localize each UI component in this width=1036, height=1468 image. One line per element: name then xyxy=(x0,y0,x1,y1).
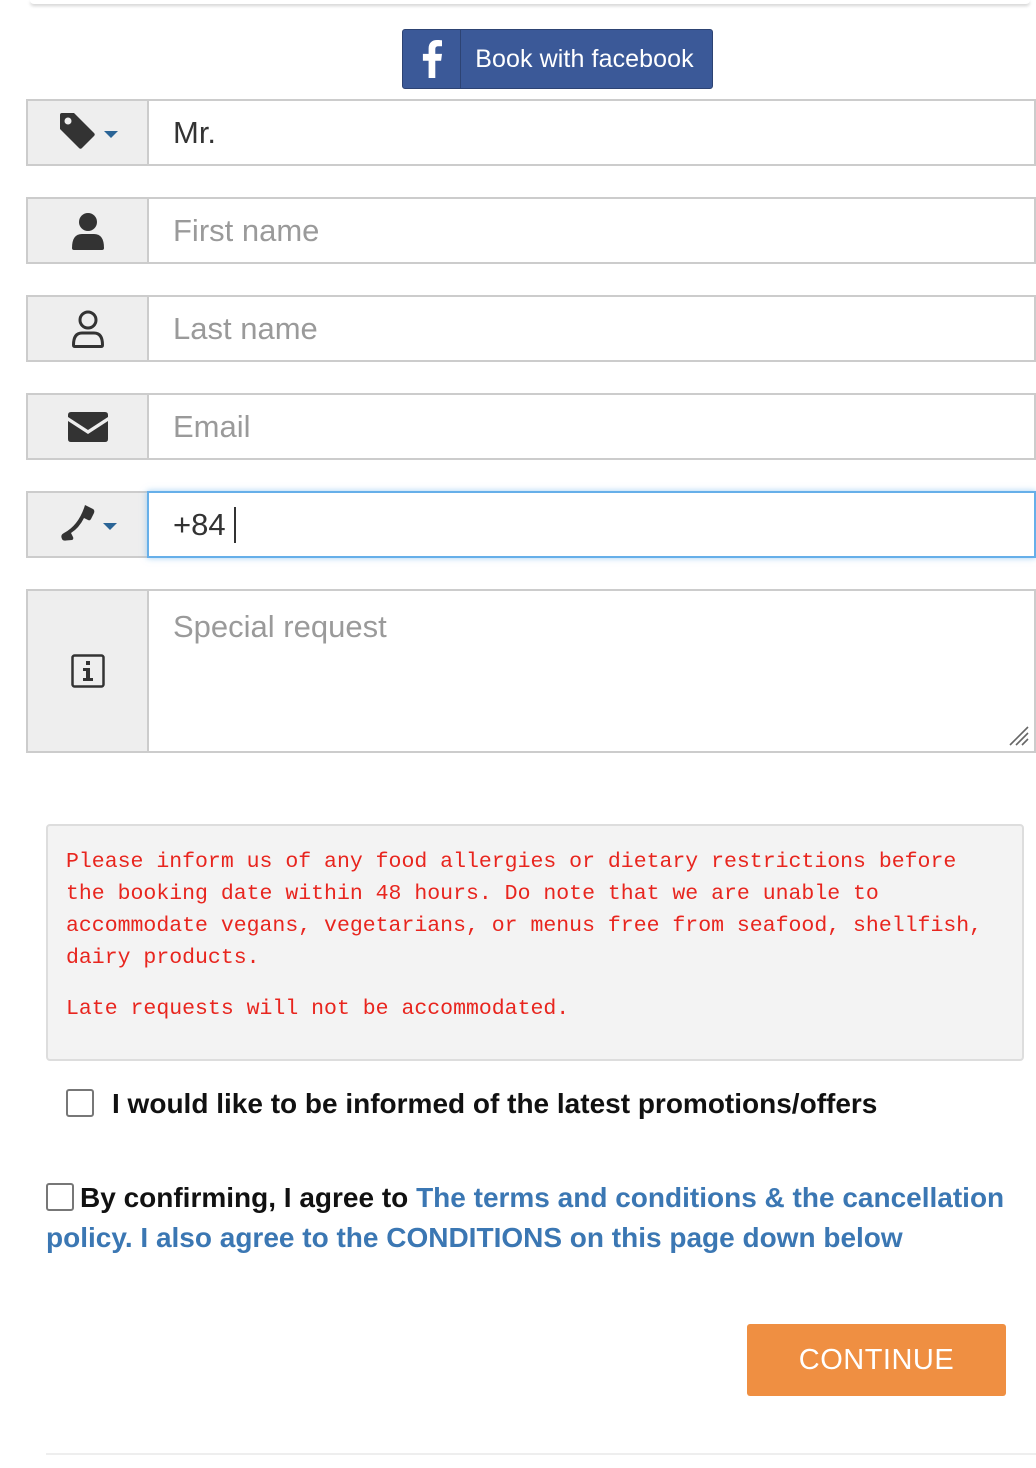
phone-country-dropdown[interactable] xyxy=(26,491,147,558)
phone-value: +84 xyxy=(173,506,226,542)
special-request-textarea[interactable]: Special request xyxy=(147,589,1036,753)
first-name-row: First name xyxy=(26,197,1036,264)
chevron-down-icon xyxy=(103,131,118,138)
dietary-notice-box: Please inform us of any food allergies o… xyxy=(46,824,1024,1061)
facebook-f-icon xyxy=(403,30,461,88)
email-input[interactable]: Email xyxy=(147,393,1036,460)
divider xyxy=(46,1453,1036,1455)
terms-prefix: By confirming, I agree to xyxy=(80,1182,417,1213)
tag-icon xyxy=(58,111,98,154)
phone-row: +84 xyxy=(26,491,1036,558)
text-cursor xyxy=(233,506,236,543)
terms-option: By confirming, I agree to The terms and … xyxy=(46,1178,1006,1258)
special-request-row: Special request xyxy=(26,589,1036,753)
terms-checkbox[interactable] xyxy=(46,1183,74,1211)
continue-button[interactable]: CONTINUE xyxy=(747,1324,1006,1396)
phone-input[interactable]: +84 xyxy=(147,491,1036,558)
title-row: Mr. xyxy=(26,99,1036,166)
facebook-button-label: Book with facebook xyxy=(475,44,694,73)
email-row: Email xyxy=(26,393,1036,460)
first-name-input[interactable]: First name xyxy=(147,197,1036,264)
promotions-option: I would like to be informed of the lates… xyxy=(66,1089,877,1119)
title-dropdown-toggle[interactable] xyxy=(26,99,147,166)
notice-paragraph-1: Please inform us of any food allergies o… xyxy=(66,850,983,970)
promotions-checkbox[interactable] xyxy=(66,1089,94,1117)
promotions-label[interactable]: I would like to be informed of the lates… xyxy=(112,1089,877,1119)
title-field[interactable]: Mr. xyxy=(147,99,1036,166)
book-with-facebook-button[interactable]: Book with facebook xyxy=(402,29,713,89)
info-icon xyxy=(26,589,147,753)
booking-form-page: Book with facebook Mr. First name Last n… xyxy=(0,0,1036,1468)
phone-icon xyxy=(59,503,97,546)
user-solid-icon xyxy=(26,197,147,264)
envelope-icon xyxy=(26,393,147,460)
last-name-input[interactable]: Last name xyxy=(147,295,1036,362)
chevron-down-icon xyxy=(102,523,117,530)
last-name-row: Last name xyxy=(26,295,1036,362)
user-outline-icon xyxy=(26,295,147,362)
top-panel-edge xyxy=(30,0,1030,4)
resize-grip-icon[interactable] xyxy=(1006,723,1030,747)
notice-paragraph-2: Late requests will not be accommodated. xyxy=(66,997,570,1021)
special-request-placeholder: Special request xyxy=(173,609,387,644)
